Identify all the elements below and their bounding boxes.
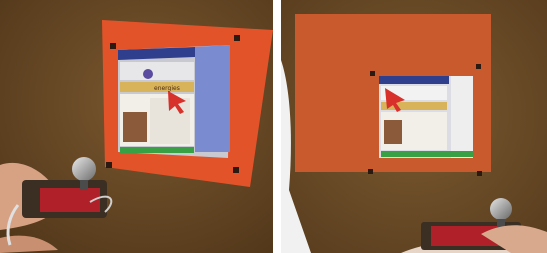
projected-page-title: energies [154,85,180,92]
fiducial-marker [476,64,481,69]
projected-browser-window [379,76,473,158]
left-photo: energies [0,0,273,253]
projected-browser-window: energies [118,45,230,158]
fiducial-marker [477,171,482,176]
fiducial-marker [234,35,240,41]
left-photo-panel: energies [0,0,273,253]
fiducial-marker [110,43,116,49]
fiducial-marker [368,169,373,174]
fiducial-marker [233,167,239,173]
fiducial-marker [106,162,112,168]
right-photo [281,0,547,253]
fiducial-marker [370,71,375,76]
right-photo-panel [281,0,547,253]
